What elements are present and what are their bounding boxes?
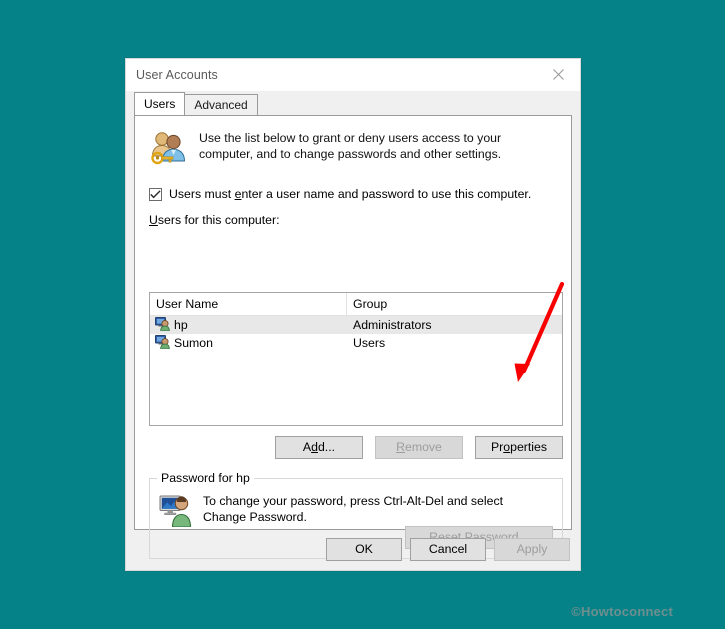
tab-users[interactable]: Users bbox=[134, 92, 186, 115]
add-accel: d bbox=[311, 440, 318, 454]
user-accounts-dialog: User Accounts Users Advanced Use the lis… bbox=[125, 58, 581, 571]
require-password-checkbox[interactable] bbox=[149, 187, 162, 201]
dialog-footer: OK Cancel Apply bbox=[126, 529, 580, 570]
close-icon[interactable] bbox=[536, 59, 580, 90]
cell-group: Users bbox=[353, 336, 386, 350]
close-glyph bbox=[552, 69, 564, 80]
require-password-label: Users must enter a user name and passwor… bbox=[169, 187, 531, 201]
apply-button[interactable]: Apply bbox=[494, 538, 570, 561]
column-header-user-name[interactable]: User Name bbox=[150, 293, 347, 315]
cell-user-name: Sumon bbox=[150, 334, 347, 352]
watermark: ©Howtoconnect bbox=[571, 604, 673, 619]
tab-strip: Users Advanced bbox=[126, 92, 580, 115]
list-header: User Name Group bbox=[150, 293, 562, 316]
password-instructions: To change your password, press Ctrl-Alt-… bbox=[203, 494, 504, 524]
add-text-after: d... bbox=[317, 440, 336, 454]
require-password-row[interactable]: Users must enter a user name and passwor… bbox=[149, 187, 571, 201]
tab-advanced[interactable]: Advanced bbox=[184, 94, 258, 115]
intro-block: Use the list below to grant or deny user… bbox=[149, 130, 571, 171]
intro-text: Use the list below to grant or deny user… bbox=[199, 131, 502, 161]
ok-button[interactable]: OK bbox=[326, 538, 402, 561]
users-list-label: Users for this computer: bbox=[149, 213, 571, 227]
add-text-before: A bbox=[302, 440, 312, 454]
properties-text-after: perties bbox=[510, 440, 548, 454]
list-label-rest: sers for this computer: bbox=[157, 213, 280, 227]
cell-group: Administrators bbox=[353, 318, 432, 332]
remove-button[interactable]: Remove bbox=[375, 436, 463, 459]
user-account-icon bbox=[155, 334, 170, 352]
table-row[interactable]: hp Administrators bbox=[150, 316, 562, 334]
user-account-icon bbox=[155, 316, 170, 334]
password-group-body: To change your password, press Ctrl-Alt-… bbox=[159, 493, 553, 530]
users-tab-page: Use the list below to grant or deny user… bbox=[134, 115, 573, 559]
list-action-buttons: Add... Remove Properties bbox=[135, 436, 573, 459]
title-bar[interactable]: User Accounts bbox=[126, 59, 580, 91]
password-group-legend: Password for hp bbox=[157, 471, 254, 485]
users-list[interactable]: User Name Group hp Administrators Sumon … bbox=[149, 292, 563, 426]
checkmark-icon bbox=[150, 189, 161, 198]
remove-text-after: emove bbox=[404, 440, 442, 454]
cbx-text-before: Users must bbox=[169, 187, 235, 201]
user-accounts-icon bbox=[149, 130, 191, 171]
list-label-accel: U bbox=[149, 213, 158, 227]
cancel-button[interactable]: Cancel bbox=[410, 538, 486, 561]
user-name-text: hp bbox=[174, 318, 188, 332]
user-name-text: Sumon bbox=[174, 336, 213, 350]
user-monitor-icon bbox=[159, 493, 197, 530]
properties-text-before: Pr bbox=[490, 440, 504, 454]
add-button[interactable]: Add... bbox=[275, 436, 363, 459]
window-title: User Accounts bbox=[136, 68, 218, 82]
cell-user-name: hp bbox=[150, 316, 347, 334]
cbx-text-after: nter a user name and password to use thi… bbox=[241, 187, 532, 201]
remove-accel: R bbox=[396, 440, 405, 454]
properties-button[interactable]: Properties bbox=[475, 436, 563, 459]
table-row[interactable]: Sumon Users bbox=[150, 334, 562, 352]
column-header-group[interactable]: Group bbox=[347, 293, 562, 315]
